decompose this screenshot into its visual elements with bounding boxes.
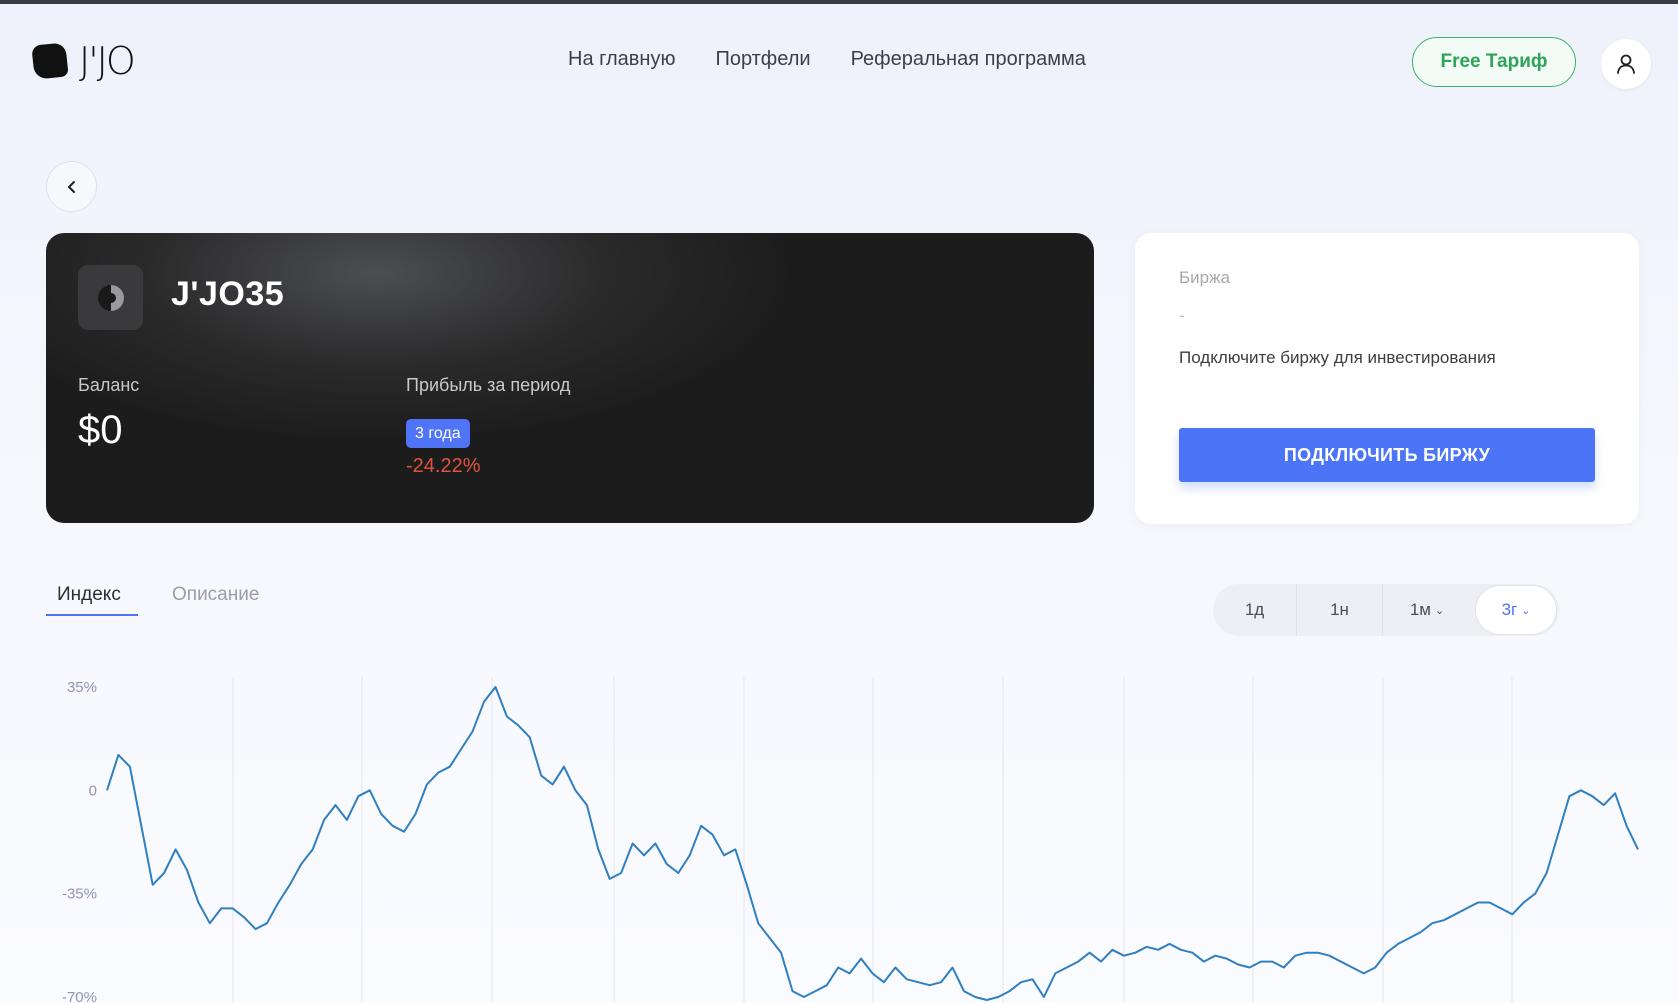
plan-button[interactable]: Free Тариф <box>1412 37 1576 87</box>
exchange-card: Биржа - Подключите биржу для инвестирова… <box>1135 233 1639 524</box>
portfolio-card: J'JO35 Баланс $0 Прибыль за период 3 год… <box>46 233 1094 523</box>
brand-logo[interactable]: J'JO <box>31 39 136 83</box>
balance-value: $0 <box>78 408 123 452</box>
back-button[interactable] <box>46 161 97 212</box>
y-tick-label: -35% <box>62 886 97 903</box>
y-tick-label: -70% <box>62 989 97 1003</box>
period-3y-button[interactable]: 3г ⌄ <box>1475 585 1557 635</box>
period-badge[interactable]: 3 года <box>406 419 470 448</box>
exchange-hint: Подключите биржу для инвестирования <box>1179 348 1496 367</box>
index-chart: 35% 0 -35% -70% <box>62 677 1639 1003</box>
site-header: J'JO На главную Портфели Реферальная про… <box>0 4 1678 122</box>
profit-value: -24.22% <box>406 455 481 477</box>
logo-text: J'JO <box>79 39 136 83</box>
y-tick-label: 0 <box>89 782 97 799</box>
nav-item-home[interactable]: На главную <box>568 48 675 71</box>
portfolio-title: J'JO35 <box>171 275 285 313</box>
active-tab-indicator <box>46 614 138 616</box>
nav-item-portfolios[interactable]: Портфели <box>715 48 810 71</box>
logo-mark-icon <box>31 42 69 80</box>
period-1m-button[interactable]: 1м ⌄ <box>1383 584 1471 636</box>
connect-exchange-button[interactable]: ПОДКЛЮЧИТЬ БИРЖУ <box>1179 428 1595 482</box>
exchange-value: - <box>1179 306 1185 325</box>
user-icon <box>1617 54 1635 74</box>
main-nav: На главную Портфели Реферальная программ… <box>568 48 1086 71</box>
period-1d-button[interactable]: 1д <box>1213 584 1297 636</box>
period-1w-button[interactable]: 1н <box>1297 584 1383 636</box>
balance-label: Баланс <box>78 375 140 395</box>
chevron-down-icon: ⌄ <box>1521 604 1531 617</box>
user-button[interactable] <box>1601 39 1651 89</box>
portfolio-coin-icon <box>78 265 143 330</box>
profit-label: Прибыль за период <box>406 375 571 395</box>
chevron-left-icon <box>67 180 75 193</box>
y-tick-label: 35% <box>67 679 97 696</box>
tab-index[interactable]: Индекс <box>57 584 121 606</box>
chevron-down-icon: ⌄ <box>1434 604 1445 617</box>
nav-item-referral[interactable]: Реферальная программа <box>851 48 1086 71</box>
exchange-label: Биржа <box>1179 268 1230 287</box>
tab-description[interactable]: Описание <box>172 584 259 606</box>
period-switch: 1д 1н 1м ⌄ 3г ⌄ <box>1213 584 1559 636</box>
